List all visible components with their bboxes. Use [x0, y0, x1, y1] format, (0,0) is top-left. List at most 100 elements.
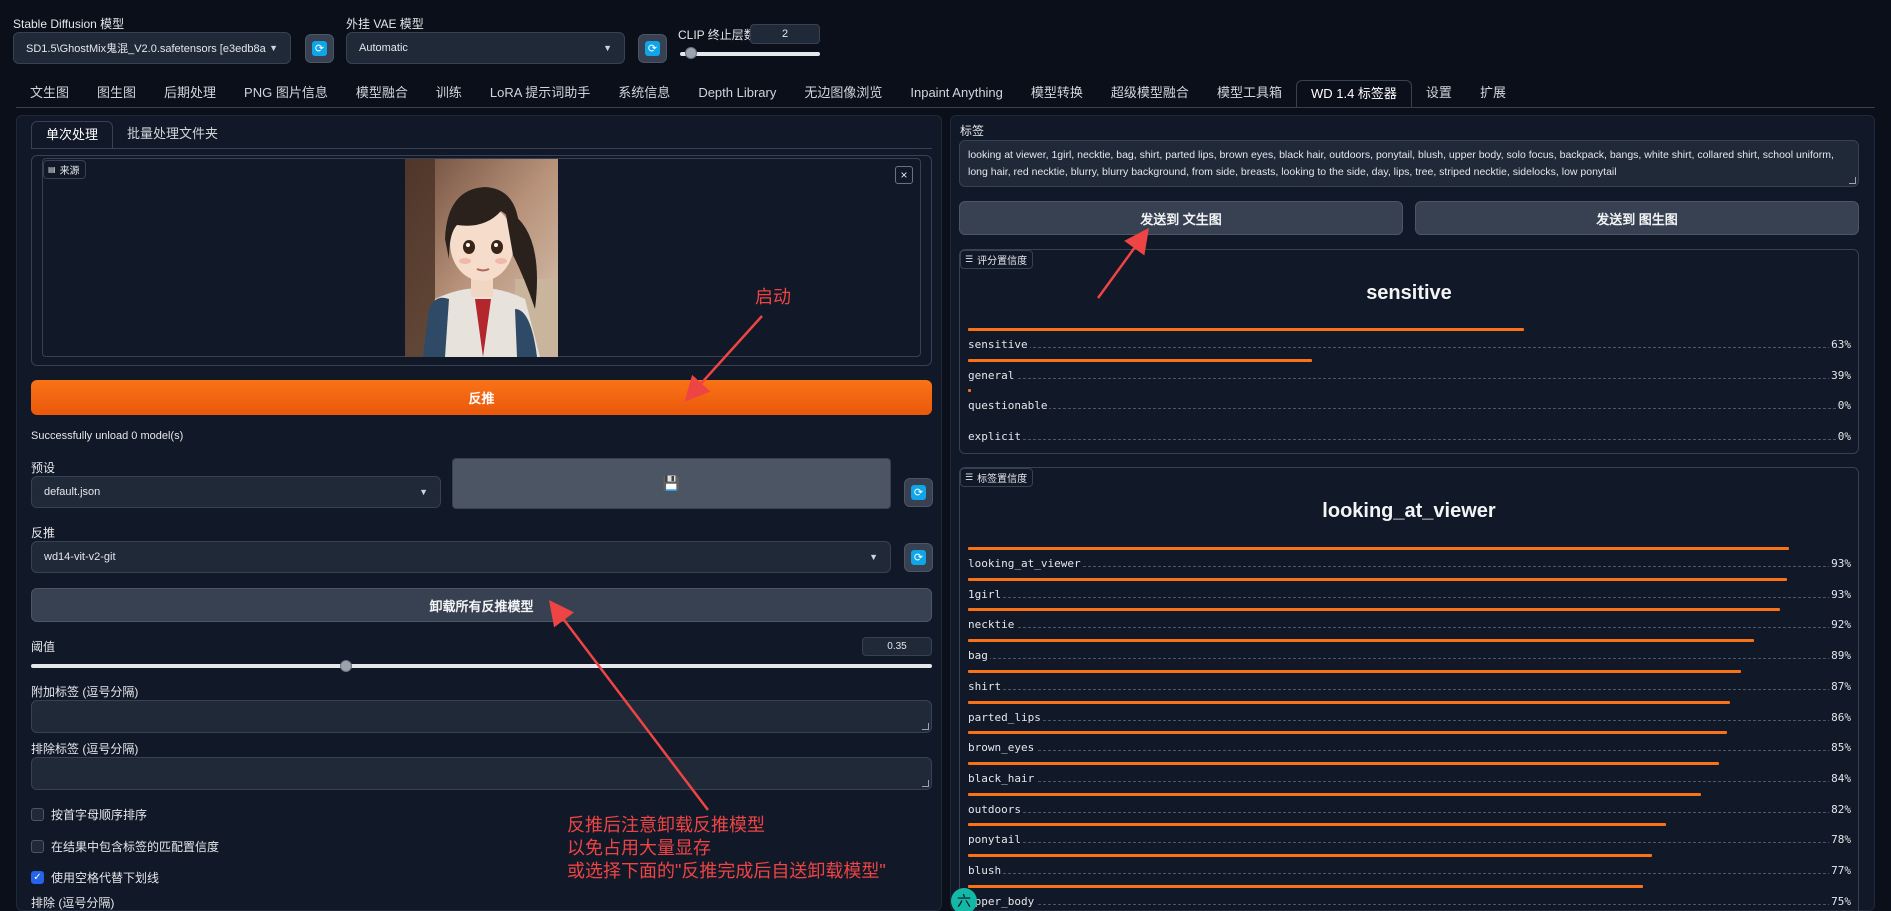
confidence-bar — [968, 700, 1731, 704]
tab-0[interactable]: 文生图 — [16, 80, 83, 108]
include-confidence-checkbox[interactable] — [31, 840, 44, 853]
interrogator-select[interactable]: wd14-vit-v2-git ▼ — [31, 541, 891, 573]
tab-10[interactable]: Inpaint Anything — [896, 80, 1017, 108]
subtab-batch[interactable]: 批量处理文件夹 — [113, 121, 232, 149]
image-icon: ▤ — [48, 165, 56, 174]
chevron-down-icon: ▼ — [603, 43, 612, 53]
confidence-percent: 93% — [1829, 587, 1851, 601]
tab-4[interactable]: 模型融合 — [342, 80, 422, 108]
annotation-start: 启动 — [755, 287, 791, 307]
tab-6[interactable]: LoRA 提示词助手 — [476, 80, 604, 108]
sd-model-select[interactable]: SD1.5\GhostMix鬼混_V2.0.safetensors [e3edb… — [13, 32, 291, 64]
send-to-img2img-button[interactable]: 发送到 图生图 — [1415, 201, 1859, 235]
refresh-vae-button[interactable]: ⟳ — [638, 34, 667, 63]
confidence-name: necktie — [968, 618, 1017, 632]
dotted-leader — [968, 903, 1851, 905]
close-icon[interactable]: × — [895, 166, 913, 184]
confidence-bar — [968, 669, 1741, 673]
tab-2[interactable]: 后期处理 — [150, 80, 230, 108]
tab-12[interactable]: 超级模型融合 — [1097, 80, 1203, 108]
confidence-row: shirt 87% — [968, 669, 1851, 700]
sort-alpha-checkbox[interactable] — [31, 808, 44, 821]
confidence-bar — [968, 884, 1644, 888]
vae-select[interactable]: Automatic ▼ — [346, 32, 625, 64]
chevron-down-icon: ▼ — [419, 487, 428, 497]
tab-14[interactable]: WD 1.4 标签器 — [1295, 80, 1412, 108]
replace-underscore-label: 使用空格代替下划线 — [51, 871, 160, 885]
confidence-name: general — [968, 368, 1017, 382]
send-to-txt2img-button[interactable]: 发送到 文生图 — [959, 201, 1403, 235]
confidence-name: bag — [968, 649, 990, 663]
tab-1[interactable]: 图生图 — [83, 80, 150, 108]
dotted-leader — [968, 719, 1851, 721]
additional-tags-input[interactable] — [31, 700, 932, 733]
rating-label: 评分置信度 — [977, 256, 1028, 267]
floating-assistant-button[interactable]: 六 — [951, 888, 977, 911]
confidence-percent: 87% — [1829, 679, 1851, 693]
save-preset-button[interactable]: 💾 — [452, 458, 891, 509]
resize-grip-icon[interactable] — [922, 780, 929, 787]
tab-7[interactable]: 系统信息 — [604, 80, 684, 108]
tags-output[interactable]: looking at viewer, 1girl, necktie, bag, … — [959, 140, 1859, 187]
tab-5[interactable]: 训练 — [422, 80, 476, 108]
preset-select[interactable]: default.json ▼ — [31, 476, 441, 508]
tags-output-text: looking at viewer, 1girl, necktie, bag, … — [968, 149, 1834, 178]
interrogate-button[interactable]: 反推 — [31, 380, 932, 415]
replace-underscore-checkbox[interactable]: ✓ — [31, 871, 44, 884]
additional-tags-label: 附加标签 (逗号分隔) — [31, 685, 139, 699]
status-text: Successfully unload 0 model(s) — [31, 430, 184, 442]
refresh-sd-model-button[interactable]: ⟳ — [305, 34, 334, 63]
confidence-name: shirt — [968, 679, 1004, 693]
tab-15[interactable]: 设置 — [1412, 80, 1466, 108]
tab-8[interactable]: Depth Library — [684, 80, 790, 108]
preset-label: 预设 — [31, 461, 56, 475]
confidence-row: black_hair 84% — [968, 761, 1851, 792]
tag-confidence-label: 标签置信度 — [977, 474, 1028, 485]
confidence-percent: 86% — [1829, 710, 1851, 724]
confidence-row: parted_lips 86% — [968, 700, 1851, 731]
refresh-preset-button[interactable]: ⟳ — [904, 478, 933, 507]
exclude-tags-input[interactable] — [31, 757, 932, 790]
tags-label: 标签 — [960, 124, 985, 138]
tab-3[interactable]: PNG 图片信息 — [230, 80, 342, 108]
confidence-bar — [968, 608, 1781, 612]
confidence-name: upper_body — [968, 894, 1037, 908]
tab-13[interactable]: 模型工具箱 — [1203, 80, 1296, 108]
confidence-name: black_hair — [968, 771, 1037, 785]
annotation-note-line1: 反推后注意卸载反推模型 — [567, 815, 765, 835]
confidence-row: necktie 92% — [968, 608, 1851, 638]
confidence-name: looking_at_viewer — [968, 557, 1083, 570]
tab-11[interactable]: 模型转换 — [1017, 80, 1097, 108]
vae-label: 外挂 VAE 模型 — [346, 17, 424, 31]
source-label: 来源 — [59, 166, 80, 177]
tab-16[interactable]: 扩展 — [1466, 80, 1520, 108]
unload-models-button[interactable]: 卸载所有反推模型 — [31, 588, 932, 622]
confidence-percent: 93% — [1829, 557, 1851, 570]
confidence-name: questionable — [968, 399, 1050, 412]
confidence-row: looking_at_viewer 93% — [968, 547, 1851, 577]
confidence-percent: 84% — [1829, 771, 1851, 785]
dotted-leader — [968, 377, 1851, 379]
portrait-illustration — [405, 159, 558, 357]
clip-slider[interactable] — [680, 52, 820, 56]
confidence-row: bag 89% — [968, 639, 1851, 669]
resize-grip-icon[interactable] — [1849, 177, 1856, 184]
dotted-leader — [968, 811, 1851, 813]
confidence-percent: 92% — [1829, 618, 1851, 632]
exclude-bottom-label: 排除 (逗号分隔) — [31, 896, 115, 910]
refresh-interrogator-button[interactable]: ⟳ — [904, 543, 933, 572]
clip-slider-thumb[interactable] — [685, 47, 698, 59]
confidence-row: outdoors 82% — [968, 792, 1851, 823]
clip-value-input[interactable]: 2 — [750, 24, 820, 44]
confidence-name: outdoors — [968, 802, 1023, 816]
resize-grip-icon[interactable] — [922, 723, 929, 730]
threshold-label: 阈值 — [31, 640, 56, 654]
sd-model-value: SD1.5\GhostMix鬼混_V2.0.safetensors [e3edb… — [26, 43, 266, 55]
list-icon: ☰ — [965, 472, 974, 482]
confidence-row: questionable 0% — [968, 389, 1851, 419]
tab-9[interactable]: 无边图像浏览 — [790, 80, 896, 108]
main-tabs: 文生图 图生图 后期处理 PNG 图片信息 模型融合 训练 LoRA 提示词助手 系统信息 De… — [16, 80, 1520, 108]
subtab-single[interactable]: 单次处理 — [31, 121, 114, 149]
threshold-value-input[interactable]: 0.35 — [862, 637, 932, 656]
threshold-slider[interactable] — [31, 664, 932, 668]
